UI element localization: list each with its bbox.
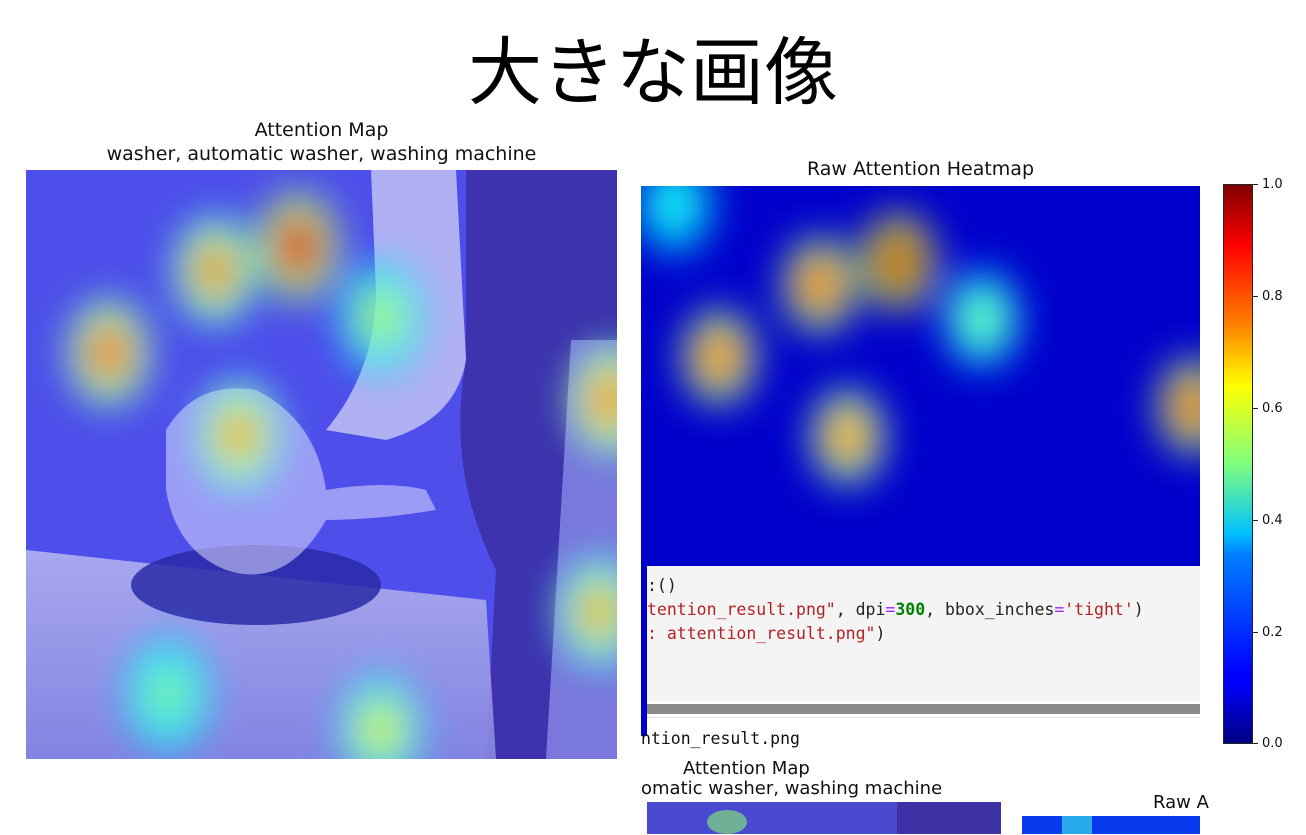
nested-raw-title: Raw A (1153, 792, 1209, 813)
code-line-3: : attention_result.png") (647, 624, 886, 643)
attention-overlay-panel (26, 170, 617, 759)
heat-spot-1-layer-2 (197, 247, 233, 294)
cb-tick-mark (1253, 743, 1258, 744)
raw-heatmap-panel (641, 186, 1200, 566)
right-panel-title: Raw Attention Heatmap (806, 158, 1035, 180)
cb-tick-label: 0.4 (1262, 513, 1283, 528)
heat-spot-1-layer-2 (805, 265, 835, 305)
nested-heatmap-thumbnail (1022, 816, 1200, 834)
output-line: ntion_result.png (641, 729, 800, 748)
horizontal-scrollbar[interactable] (647, 701, 1200, 717)
scrollbar-thumb[interactable] (647, 704, 1200, 714)
nested-attention-title-line2: omatic washer, washing machine (641, 778, 943, 799)
heat-spot-7-layer-2 (363, 706, 399, 753)
heat-spot-6-layer-2 (150, 671, 186, 718)
cb-tick-mark (1253, 520, 1258, 521)
attention-overlay-svg (26, 170, 617, 759)
nested-attention-thumbnail (647, 802, 1001, 834)
heat-spot-3-layer-2 (221, 412, 257, 458)
heat-spot-6-layer-2 (659, 186, 690, 225)
nested-thumbnail-spot (707, 810, 747, 834)
colorbar-axis: 1.0 0.8 0.6 0.4 0.2 0.0 (1253, 177, 1303, 751)
cb-tick-mark (1253, 632, 1258, 633)
colorbar-svg (1223, 184, 1253, 744)
code-line-1: :() (647, 576, 677, 595)
code-cell[interactable]: :() tention_result.png", dpi=300, bbox_in… (647, 566, 1200, 701)
heat-spot-5-layer-2 (581, 588, 617, 635)
heat-spot-3-layer-2 (833, 417, 863, 457)
heat-spot-0-layer-2 (280, 223, 316, 270)
heat-spot-2-layer-2 (704, 337, 735, 377)
heat-spot-2-layer-2 (91, 329, 127, 376)
cell-divider (647, 717, 1200, 718)
raw-heatmap-svg (641, 186, 1200, 566)
colorbar-gradient (1223, 184, 1253, 744)
nested-thumbnail-cloth (897, 802, 1001, 834)
nested-attention-title-line1: Attention Map (683, 758, 810, 779)
figure-suptitle: 大きな画像 (468, 30, 838, 116)
cb-tick-label: 0.6 (1262, 401, 1283, 416)
left-panel-title-line1: Attention Map (254, 119, 389, 141)
code-line-2: tention_result.png", dpi=300, bbox_inche… (647, 600, 1144, 619)
left-panel-title-line2: washer, automatic washer, washing machin… (106, 143, 537, 165)
cb-tick-mark (1253, 296, 1258, 297)
cb-tick-label: 0.8 (1262, 289, 1283, 304)
cb-tick-mark (1253, 184, 1258, 185)
heat-spot-0-layer-2 (883, 242, 913, 282)
heat-spot-8-layer-2 (363, 294, 399, 341)
cb-tick-label: 1.0 (1262, 177, 1283, 192)
heat-spot-5-layer-2 (967, 299, 997, 339)
cb-tick-label: 0.0 (1262, 736, 1283, 751)
notebook-overlay: :() tention_result.png", dpi=300, bbox_in… (641, 566, 1209, 834)
nested-heatmap-spot (1062, 816, 1092, 834)
cb-tick-label: 0.2 (1262, 625, 1283, 640)
colorbar (1223, 184, 1253, 744)
cb-tick-mark (1253, 408, 1258, 409)
